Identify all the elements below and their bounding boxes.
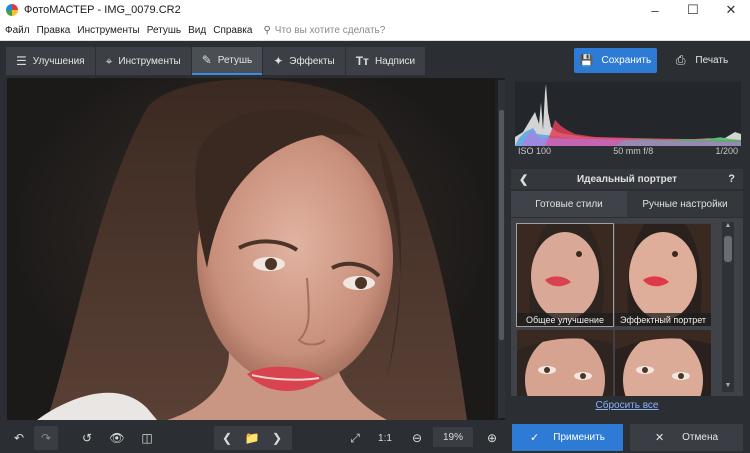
save-icon: 💾	[579, 55, 594, 67]
style-dramatic-portrait[interactable]: Эффектный портрет	[615, 224, 711, 326]
scrollbar-thumb[interactable]	[499, 110, 504, 340]
tab-tools[interactable]: ⌖ Инструменты	[95, 47, 191, 75]
reset-rotate-icon[interactable]: ↺	[76, 426, 98, 450]
undo-icon[interactable]: ↶	[8, 426, 30, 450]
style-label: Общее улучшение	[517, 313, 613, 326]
reset-all-link[interactable]: Сбросить все	[511, 400, 743, 411]
tab-label: Надписи	[374, 55, 416, 67]
text-icon: Tт	[355, 54, 369, 68]
portrait-image	[37, 79, 467, 420]
window-controls: – ☐ ✕	[636, 0, 750, 20]
folder-icon[interactable]: 📁	[241, 426, 263, 450]
check-icon: ✓	[530, 432, 540, 444]
tab-effects[interactable]: ✦ Эффекты	[263, 47, 345, 75]
iso-value: ISO 100	[518, 146, 552, 156]
zoom-level[interactable]: 19%	[433, 427, 473, 447]
brush-icon: ✎	[201, 53, 212, 67]
title-bar: ФотоМАСТЕР - IMG_0079.CR2 – ☐ ✕	[0, 0, 750, 20]
style-thumbnail	[517, 330, 613, 396]
menu-tools[interactable]: Инструменты	[77, 25, 139, 36]
menu-file[interactable]: Файл	[5, 25, 30, 36]
sliders-icon: ☰	[16, 54, 27, 68]
compare-icon[interactable]: ◫	[136, 426, 158, 450]
canvas-vertical-scrollbar[interactable]	[498, 80, 505, 418]
lens-value: 50 mm f/8	[613, 146, 654, 156]
tab-improvements[interactable]: ☰ Улучшения	[6, 47, 95, 75]
shutter-value: 1/200	[715, 146, 738, 156]
menu-search[interactable]: ⚲ Что вы хотите сделать?	[263, 25, 385, 36]
tab-ready-styles[interactable]: Готовые стили	[511, 191, 627, 217]
histogram	[515, 82, 741, 146]
portrait-photo	[7, 78, 495, 420]
magic-wand-icon: ✦	[273, 54, 284, 68]
styles-scrollbar[interactable]: ▲ ▼	[722, 222, 734, 392]
menu-bar: Файл Правка Инструменты Ретушь Вид Справ…	[0, 20, 750, 41]
style-thumbnail	[615, 330, 711, 396]
right-panel: ISO 100 50 mm f/8 1/200 ❮ Идеальный порт…	[511, 78, 743, 420]
app-logo-icon	[6, 4, 18, 16]
close-icon: ✕	[654, 432, 665, 444]
print-label: Печать	[695, 55, 729, 66]
previous-image-icon[interactable]: ❮	[216, 426, 238, 450]
style-label: Эффектный портрет	[615, 313, 711, 326]
zoom-out-icon[interactable]: ⊖	[406, 426, 428, 450]
scroll-up-icon[interactable]: ▲	[722, 222, 734, 232]
save-label: Сохранить	[601, 55, 652, 66]
tab-label: Улучшения	[32, 55, 85, 67]
style-thumbnail-4[interactable]	[615, 330, 711, 396]
tab-label: Инструменты	[118, 55, 181, 67]
zoom-in-icon[interactable]: ⊕	[481, 426, 503, 450]
styles-gallery: Общее улучшение Эффектный портрет ▲ ▼	[511, 218, 743, 396]
mode-tabs: ☰ Улучшения ⌖ Инструменты ✎ Ретушь ✦ Эфф…	[6, 47, 426, 75]
style-thumbnail-3[interactable]	[517, 330, 613, 396]
photo-canvas[interactable]	[7, 78, 505, 420]
actual-size-button[interactable]: 1:1	[374, 426, 396, 450]
tab-label: Эффекты	[289, 55, 335, 67]
exif-info: ISO 100 50 mm f/8 1/200	[518, 146, 738, 162]
redo-icon[interactable]: ↷	[34, 426, 58, 450]
app-window: ФотоМАСТЕР - IMG_0079.CR2 – ☐ ✕ Файл Пра…	[0, 0, 750, 453]
back-arrow-icon[interactable]: ❮	[519, 173, 528, 186]
apply-button[interactable]: ✓ Применить	[512, 424, 623, 451]
cancel-label: Отмена	[682, 432, 719, 443]
panel-header: ❮ Идеальный портрет ?	[511, 169, 743, 189]
close-icon[interactable]: ✕	[712, 0, 750, 20]
panel-title: Идеальный портрет	[576, 173, 678, 185]
style-thumbnail	[615, 224, 711, 326]
search-placeholder: Что вы хотите сделать?	[274, 24, 386, 36]
help-icon[interactable]: ?	[728, 173, 735, 185]
style-general-enhancement[interactable]: Общее улучшение	[516, 223, 614, 327]
tab-text[interactable]: Tт Надписи	[345, 47, 426, 75]
histogram-graph	[515, 84, 741, 146]
window-title: ФотоМАСТЕР - IMG_0079.CR2	[24, 4, 181, 16]
menu-edit[interactable]: Правка	[37, 25, 71, 36]
fit-to-screen-icon[interactable]: ⤢	[344, 426, 366, 450]
apply-label: Применить	[553, 432, 605, 443]
print-button[interactable]: ⎙ Печать	[660, 48, 744, 73]
crop-icon: ⌖	[105, 53, 113, 68]
scroll-down-icon[interactable]: ▼	[722, 382, 734, 392]
menu-view[interactable]: Вид	[188, 25, 206, 36]
panel-subtabs: Готовые стили Ручные настройки	[511, 191, 743, 217]
scrollbar-thumb[interactable]	[724, 236, 732, 262]
style-thumbnail	[517, 224, 613, 326]
search-icon: ⚲	[263, 24, 271, 36]
tab-manual-settings[interactable]: Ручные настройки	[627, 191, 743, 217]
minimize-icon[interactable]: –	[636, 0, 674, 20]
tab-label: Ретушь	[217, 54, 253, 66]
maximize-icon[interactable]: ☐	[674, 0, 712, 20]
menu-help[interactable]: Справка	[213, 25, 252, 36]
printer-icon: ⎙	[675, 53, 686, 67]
next-image-icon[interactable]: ❯	[266, 426, 288, 450]
cancel-button[interactable]: ✕ Отмена	[630, 424, 743, 451]
save-button[interactable]: 💾 Сохранить	[574, 48, 657, 73]
menu-retouch[interactable]: Ретушь	[147, 25, 181, 36]
tab-retouch[interactable]: ✎ Ретушь	[191, 47, 263, 75]
preview-eye-icon[interactable]: 👁	[106, 426, 128, 450]
